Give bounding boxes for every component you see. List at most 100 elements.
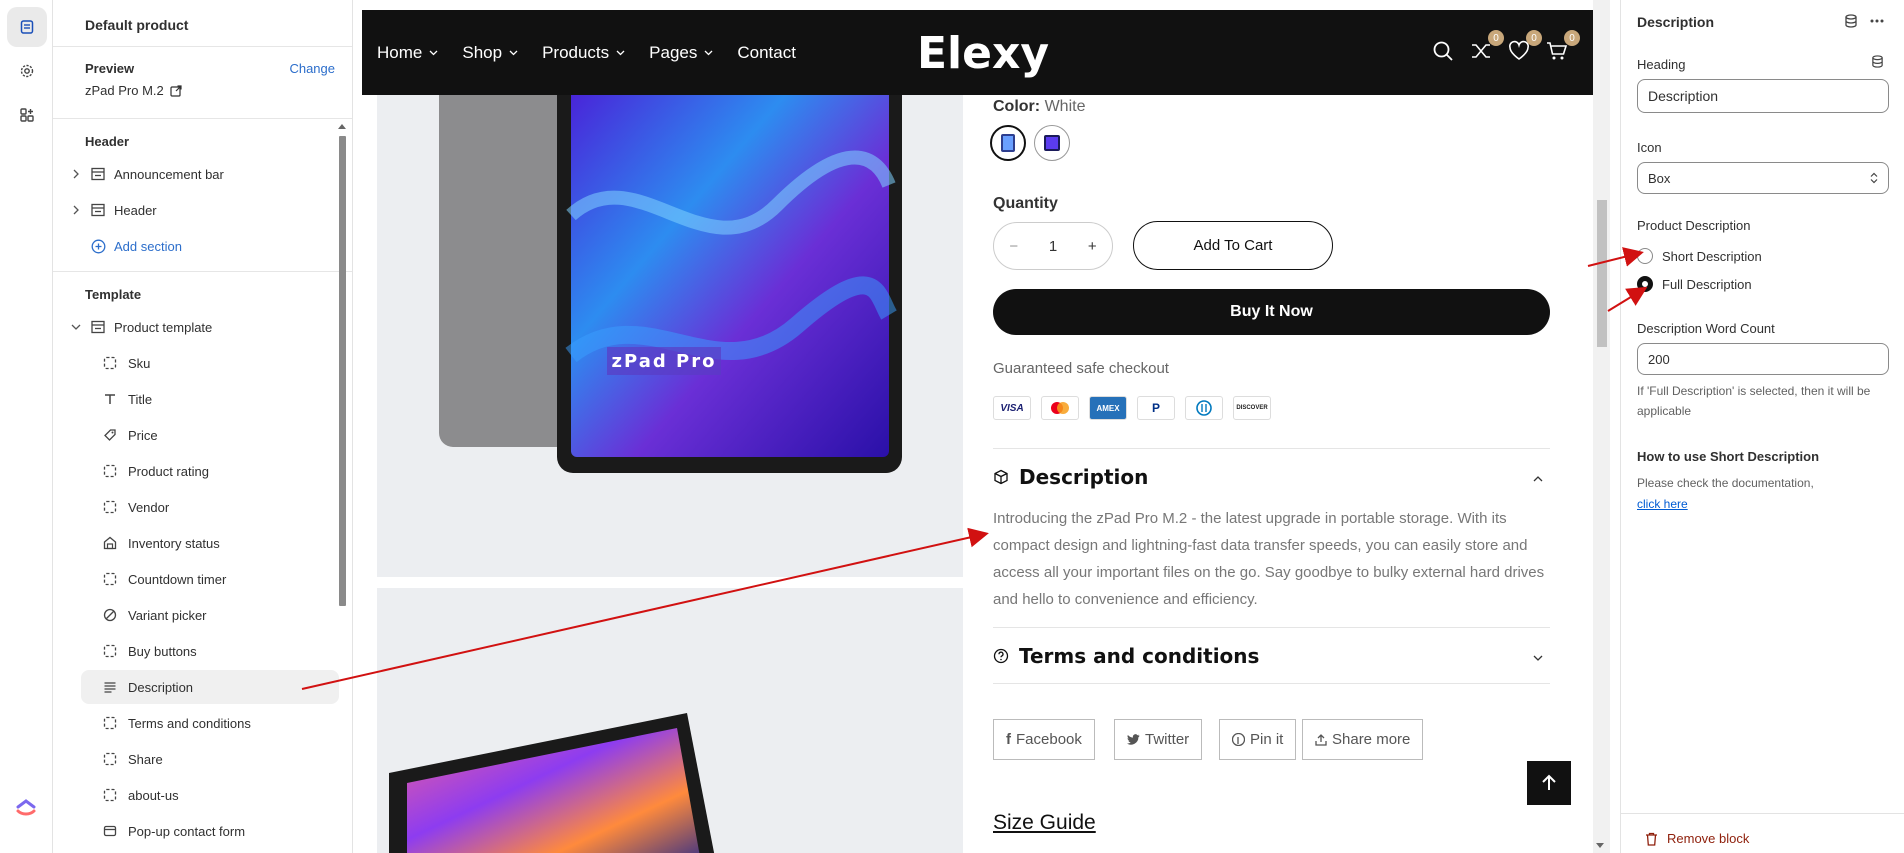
preview-scrollbar-thumb[interactable] [1597, 200, 1607, 347]
amex-icon: AMEX [1089, 396, 1127, 420]
radio-full-description[interactable]: Full Description [1637, 276, 1752, 292]
block-label: Product rating [128, 463, 209, 479]
size-guide-link[interactable]: Size Guide [993, 811, 1096, 835]
heading-input[interactable]: Description [1637, 79, 1889, 113]
more-options-icon[interactable] [1870, 19, 1884, 23]
word-count-input[interactable]: 200 [1637, 343, 1889, 375]
store-navbar: Home Shop Products Pages Contact Elexy 0… [362, 10, 1593, 95]
divider [53, 271, 352, 272]
nav-home[interactable]: Home [377, 43, 438, 63]
twitter-icon [1127, 733, 1140, 745]
quantity-stepper[interactable]: − 1 + [993, 222, 1113, 270]
block-description[interactable]: Description [81, 670, 339, 704]
sections-icon[interactable] [7, 7, 47, 47]
plus-icon[interactable]: + [1088, 238, 1097, 255]
dashed-square-icon [101, 570, 119, 588]
remove-block-button[interactable]: Remove block [1645, 831, 1749, 846]
radio-button-selected[interactable] [1637, 276, 1653, 292]
block-popup-contact-form[interactable]: Pop-up contact form [81, 814, 339, 848]
chevron-down-icon[interactable] [1533, 655, 1543, 662]
divider [53, 118, 352, 119]
block-buy-buttons[interactable]: Buy buttons [81, 634, 339, 668]
chevron-up-icon[interactable] [1533, 475, 1543, 482]
diners-club-icon [1185, 396, 1223, 420]
block-share[interactable]: Share [81, 742, 339, 776]
clickup-logo[interactable] [13, 791, 39, 817]
store-preview: Home Shop Products Pages Contact Elexy 0… [362, 10, 1593, 853]
chevron-down-icon[interactable] [69, 323, 83, 331]
quantity-value[interactable]: 1 [1049, 238, 1057, 255]
chevron-down-icon [616, 50, 625, 55]
radio-short-description[interactable]: Short Description [1637, 248, 1762, 264]
description-accordion-header[interactable]: Description [993, 465, 1148, 489]
section-announcement-bar[interactable]: Announcement bar [69, 157, 339, 191]
block-inventory-status[interactable]: Inventory status [81, 526, 339, 560]
section-layout-icon [89, 165, 107, 183]
block-product-rating[interactable]: Product rating [81, 454, 339, 488]
preview-product[interactable]: zPad Pro M.2 [85, 83, 182, 98]
nav-products[interactable]: Products [542, 43, 625, 63]
block-label: Sku [128, 355, 151, 371]
block-about-us[interactable]: about-us [81, 778, 339, 812]
search-icon[interactable] [1432, 40, 1454, 62]
share-twitter-button[interactable]: Twitter [1114, 719, 1203, 760]
chevron-down-icon [429, 50, 438, 55]
back-to-top-button[interactable] [1527, 761, 1571, 805]
nav-label: Products [542, 42, 610, 62]
product-image-main[interactable]: zPad Pro [377, 95, 963, 577]
block-vendor[interactable]: Vendor [81, 490, 339, 524]
settings-gear-icon[interactable] [7, 51, 47, 91]
facebook-icon: f [1006, 731, 1011, 748]
sidebar-scrollbar[interactable] [339, 136, 346, 606]
documentation-link[interactable]: click here [1637, 497, 1688, 511]
chevron-right-icon[interactable] [69, 205, 83, 215]
section-product-template[interactable]: Product template [69, 310, 339, 344]
section-label: Header [114, 202, 157, 218]
section-header[interactable]: Header [69, 193, 339, 227]
dashed-square-icon [101, 714, 119, 732]
share-facebook-button[interactable]: f Facebook [993, 719, 1095, 760]
compare-icon[interactable]: 0 [1470, 30, 1504, 62]
share-more-button[interactable]: Share more [1302, 719, 1424, 760]
buy-it-now-button[interactable]: Buy It Now [993, 289, 1550, 335]
icon-select[interactable]: Box [1637, 162, 1889, 194]
apps-icon[interactable] [7, 95, 47, 135]
nav-shop[interactable]: Shop [462, 43, 518, 63]
divider [993, 627, 1550, 628]
block-label: Inventory status [128, 535, 220, 551]
radio-button[interactable] [1637, 248, 1653, 264]
heart-icon[interactable]: 0 [1508, 30, 1542, 62]
block-variant-picker[interactable]: Variant picker [81, 598, 339, 632]
color-swatch-blue[interactable] [1034, 125, 1070, 161]
radio-label: Full Description [1662, 276, 1752, 292]
nav-contact[interactable]: Contact [737, 43, 796, 63]
preview-label: Preview [85, 61, 135, 76]
cart-icon[interactable]: 0 [1546, 30, 1580, 62]
add-to-cart-button[interactable]: Add To Cart [1133, 221, 1333, 270]
external-link-icon[interactable] [170, 84, 182, 97]
change-preview-link[interactable]: Change [289, 61, 335, 76]
color-swatch-white[interactable] [990, 125, 1026, 161]
quantity-label: Quantity [993, 195, 1058, 212]
preview-scrollbar-track[interactable] [1593, 0, 1610, 853]
terms-accordion-header[interactable]: Terms and conditions [993, 644, 1259, 668]
block-countdown-timer[interactable]: Countdown timer [81, 562, 339, 596]
chevron-right-icon[interactable] [69, 169, 83, 179]
pinterest-icon [1232, 733, 1245, 746]
database-icon[interactable] [1844, 14, 1858, 28]
block-price[interactable]: Price [81, 418, 339, 452]
block-sku[interactable]: Sku [81, 346, 339, 380]
nav-pages[interactable]: Pages [649, 43, 713, 63]
block-label: Vendor [128, 499, 170, 515]
add-section-button[interactable]: Add section [69, 229, 339, 263]
minus-icon[interactable]: − [1009, 238, 1018, 255]
store-logo[interactable]: Elexy [917, 28, 1049, 79]
block-label: Description [128, 679, 194, 695]
scroll-up-arrow[interactable] [338, 124, 346, 129]
share-pinterest-button[interactable]: Pin it [1219, 719, 1297, 760]
block-terms-and-conditions[interactable]: Terms and conditions [81, 706, 339, 740]
scroll-down-arrow[interactable] [1596, 843, 1604, 848]
block-title[interactable]: Title [81, 382, 339, 416]
product-image-secondary[interactable] [377, 588, 963, 853]
dynamic-source-icon[interactable] [1871, 55, 1884, 68]
